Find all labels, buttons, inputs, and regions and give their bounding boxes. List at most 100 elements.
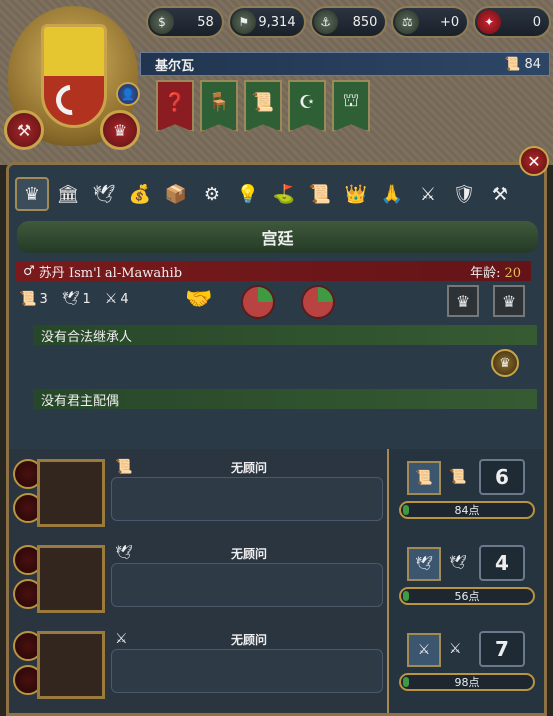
chair-icon: 🪑 bbox=[207, 91, 231, 113]
sailors-icon: ⚓ bbox=[313, 10, 338, 34]
tab-estates[interactable]: 👑 bbox=[339, 177, 373, 211]
advisor-portrait[interactable] bbox=[37, 459, 105, 527]
monarch-power-mil: ⚔ ⚔ 7 98点 bbox=[395, 625, 541, 709]
tab-ideas[interactable]: 💡 bbox=[231, 177, 265, 211]
tab-bar: ♛ 🏛 🕊 💰 📦 ⚙ 💡 ⛳ 📜 👑 🙏 ⚔ 🛡 ⚒ bbox=[15, 177, 517, 211]
crate-icon: 📦 bbox=[164, 183, 188, 205]
country-name: 基尔瓦 bbox=[155, 58, 195, 74]
manpower-icon: ⚑ bbox=[231, 10, 256, 34]
resource-treasury[interactable]: $58 bbox=[146, 6, 224, 38]
coins-icon: 💰 bbox=[128, 183, 152, 205]
ruler-bar[interactable]: ♂ 苏丹 Ism'l al-Mawahib 年龄: 20 bbox=[15, 261, 531, 281]
tab-religion[interactable]: 🙏 bbox=[375, 177, 409, 211]
advisor-portrait[interactable] bbox=[37, 631, 105, 699]
info-button[interactable]: 👤 bbox=[116, 82, 140, 106]
war-icon: ✦ bbox=[477, 10, 502, 34]
tab-military[interactable]: ⛳ bbox=[267, 177, 301, 211]
crown-icon: ♛ bbox=[499, 355, 511, 371]
advisor-area: 📜 无顾问 🕊 无顾问 ⚔ 无顾问 📜 📜 6 84点 🕊 🕊 4 56点 ⚔ … bbox=[9, 449, 544, 713]
advisor-slot-mil[interactable]: ⚔ 无顾问 bbox=[9, 625, 387, 705]
tab-technology[interactable]: ⚙ bbox=[195, 177, 229, 211]
tab-decisions[interactable]: 🛡 bbox=[447, 177, 481, 211]
advisor-slot-adm[interactable]: 📜 无顾问 bbox=[9, 453, 387, 533]
heir-strip: 没有合法继承人 bbox=[33, 325, 537, 345]
power-points: 84点 bbox=[399, 501, 535, 519]
monarch-power-dip: 🕊 🕊 4 56点 bbox=[395, 539, 541, 623]
country-name-bar[interactable]: 基尔瓦 📜 84 bbox=[140, 52, 550, 76]
question-shield-icon: ❓ bbox=[163, 91, 187, 113]
power-points: 98点 bbox=[399, 673, 535, 691]
court-panel: ♛ 🏛 🕊 💰 📦 ⚙ 💡 ⛳ 📜 👑 🙏 ⚔ 🛡 ⚒ 宫廷 ♂ 苏丹 Ism'… bbox=[6, 162, 547, 716]
scroll-icon: 📜 bbox=[449, 469, 467, 485]
heir-crown-button[interactable]: ♛ bbox=[491, 349, 519, 377]
resource-stability[interactable]: ⚖ +0 bbox=[391, 6, 470, 38]
swords-icon: ⚔ bbox=[449, 641, 462, 657]
power-value: 4 bbox=[479, 545, 525, 581]
alliance-icon[interactable]: 🤝 bbox=[185, 287, 212, 312]
power-value: 7 bbox=[479, 631, 525, 667]
tab-court[interactable]: ♛ bbox=[15, 177, 49, 211]
ruler-stats: 📜 3 🕊 1 ⚔ 4 bbox=[19, 291, 129, 307]
resource-manpower[interactable]: ⚑ 9,314 bbox=[227, 6, 306, 38]
flag-icon: ⛳ bbox=[272, 183, 296, 205]
hammers-icon: ⚒ bbox=[16, 120, 32, 140]
praying-hands-icon: 🙏 bbox=[380, 183, 404, 205]
crown-action-button-2[interactable]: ♛ bbox=[493, 285, 525, 317]
crown-action-button-1[interactable]: ♛ bbox=[447, 285, 479, 317]
resource-sailors[interactable]: ⚓ 850 bbox=[309, 6, 388, 38]
hire-dip-button[interactable]: 🕊 bbox=[407, 547, 441, 581]
tab-mercenaries[interactable]: ⚔ bbox=[411, 177, 445, 211]
scroll-icon: 📜 bbox=[308, 183, 332, 205]
advisor-portrait[interactable] bbox=[37, 545, 105, 613]
legitimacy-pie[interactable] bbox=[241, 285, 275, 319]
power-progress-bar bbox=[403, 591, 409, 601]
edicts-count: 📜 84 bbox=[504, 56, 541, 72]
court-shortcut-button[interactable]: ♛ bbox=[100, 110, 140, 150]
money-icon: $ bbox=[150, 10, 174, 34]
tab-government[interactable]: 🏛 bbox=[51, 177, 85, 211]
banner-cannon[interactable]: ⛫ bbox=[332, 80, 370, 132]
crown-icon: ♛ bbox=[501, 291, 517, 311]
banner-chair[interactable]: 🪑 bbox=[200, 80, 238, 132]
swords-icon: ⚔ bbox=[417, 642, 431, 658]
dove-icon: 🕊 bbox=[92, 183, 116, 205]
hire-adm-button[interactable]: 📜 bbox=[407, 461, 441, 495]
advisor-slot-dip[interactable]: 🕊 无顾问 bbox=[9, 539, 387, 619]
tools-icon: ⚒ bbox=[491, 183, 509, 205]
scroll-icon: 📜 bbox=[251, 91, 275, 113]
power-progress-bar bbox=[403, 677, 409, 687]
tab-trade[interactable]: 📦 bbox=[159, 177, 193, 211]
banner-scroll[interactable]: 📜 bbox=[244, 80, 282, 132]
hire-mil-button[interactable]: ⚔ bbox=[407, 633, 441, 667]
tab-economy[interactable]: 💰 bbox=[123, 177, 157, 211]
stat-mil: ⚔ 4 bbox=[104, 291, 129, 307]
advisor-name: 无顾问 bbox=[230, 461, 267, 475]
crown-icon: ♛ bbox=[23, 183, 41, 205]
religion-icon: ☪ bbox=[298, 91, 316, 113]
lightbulb-icon: 💡 bbox=[236, 183, 260, 205]
resource-war-exhaustion[interactable]: ✦ 0 bbox=[473, 6, 551, 38]
tab-missions[interactable]: 📜 bbox=[303, 177, 337, 211]
banner-question[interactable]: ❓ bbox=[156, 80, 194, 132]
tab-subjects[interactable]: ⚒ bbox=[483, 177, 517, 211]
scroll-icon: 📜 bbox=[19, 291, 37, 307]
male-icon: ♂ bbox=[23, 263, 35, 279]
ruler-age: 年龄: 20 bbox=[470, 265, 521, 281]
crown-icon: ♛ bbox=[112, 120, 128, 140]
monarch-power-panel: 📜 📜 6 84点 🕊 🕊 4 56点 ⚔ ⚔ 7 98点 bbox=[387, 449, 544, 713]
page: ⚒ ♛ 👤 $58 ⚑ 9,314 ⚓ 850 ⚖ +0 ✦ 0 基尔瓦 📜 84 ❓ … bbox=[0, 0, 553, 716]
prestige-pie[interactable] bbox=[301, 285, 335, 319]
banner-religion[interactable]: ☪ bbox=[288, 80, 326, 132]
military-button[interactable]: ⚒ bbox=[4, 110, 44, 150]
advisor-details bbox=[111, 563, 383, 607]
crown-icon: ♛ bbox=[455, 291, 471, 311]
section-title: 宫廷 bbox=[17, 221, 538, 253]
country-flag[interactable] bbox=[41, 24, 107, 128]
consort-strip: 没有君主配偶 bbox=[33, 389, 537, 409]
dove-icon: 🕊 bbox=[415, 556, 433, 572]
close-button[interactable]: ✕ bbox=[519, 146, 549, 176]
gear-icon: ⚙ bbox=[203, 183, 221, 205]
weapons-icon: ⚔ bbox=[419, 183, 437, 205]
person-icon: 👤 bbox=[121, 87, 135, 101]
tab-diplomacy[interactable]: 🕊 bbox=[87, 177, 121, 211]
